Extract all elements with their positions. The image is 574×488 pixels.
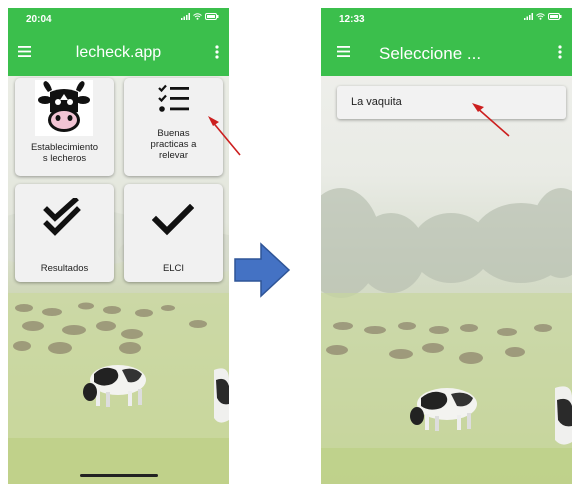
cow-icon — [35, 80, 93, 136]
home-indicator — [80, 474, 158, 477]
more-options-icon[interactable] — [558, 45, 562, 59]
card-label-line2: s lecheros — [42, 153, 87, 164]
check-icon — [152, 204, 194, 236]
hamburger-menu-icon[interactable] — [337, 46, 350, 57]
annotation-arrow-left — [208, 116, 241, 156]
app-bar: lecheck.app — [8, 32, 229, 76]
status-bar: 12:33 — [321, 8, 572, 32]
card-establecimientos[interactable]: Establecimiento s lecheros — [15, 78, 114, 176]
checklist-icon — [158, 84, 189, 112]
status-icons — [524, 13, 562, 20]
card-elci[interactable]: ELCI — [124, 184, 223, 282]
battery-icon — [205, 13, 219, 20]
signal-icon — [181, 13, 190, 20]
card-resultados[interactable]: Resultados — [15, 184, 114, 282]
double-check-icon — [43, 198, 81, 236]
phone-screen-home: 20:04 lecheck.app Establecimiento s lech… — [8, 8, 229, 484]
status-icons — [181, 13, 219, 20]
status-bar: 20:04 — [8, 8, 229, 32]
phone-screen-select: 12:33 Seleccione ... La vaquita — [321, 8, 572, 484]
annotation-arrow-right — [472, 103, 510, 137]
card-label: Resultados — [40, 263, 89, 274]
more-options-icon[interactable] — [215, 45, 219, 59]
status-time: 20:04 — [26, 14, 52, 25]
foggy-pasture-background — [321, 8, 572, 484]
card-label: ELCI — [162, 263, 185, 274]
list-item-label: La vaquita — [351, 96, 402, 108]
list-item-establecimiento[interactable]: La vaquita — [337, 86, 566, 119]
wifi-icon — [193, 13, 202, 20]
wifi-icon — [536, 13, 545, 20]
battery-icon — [548, 13, 562, 20]
card-label-line1: Establecimiento — [30, 142, 99, 153]
signal-icon — [524, 13, 533, 20]
app-bar: Seleccione ... — [321, 32, 572, 76]
app-title: Seleccione ... — [379, 44, 482, 63]
transition-arrow-icon — [234, 242, 291, 298]
status-time: 12:33 — [339, 14, 365, 25]
app-title: lecheck.app — [75, 44, 162, 61]
